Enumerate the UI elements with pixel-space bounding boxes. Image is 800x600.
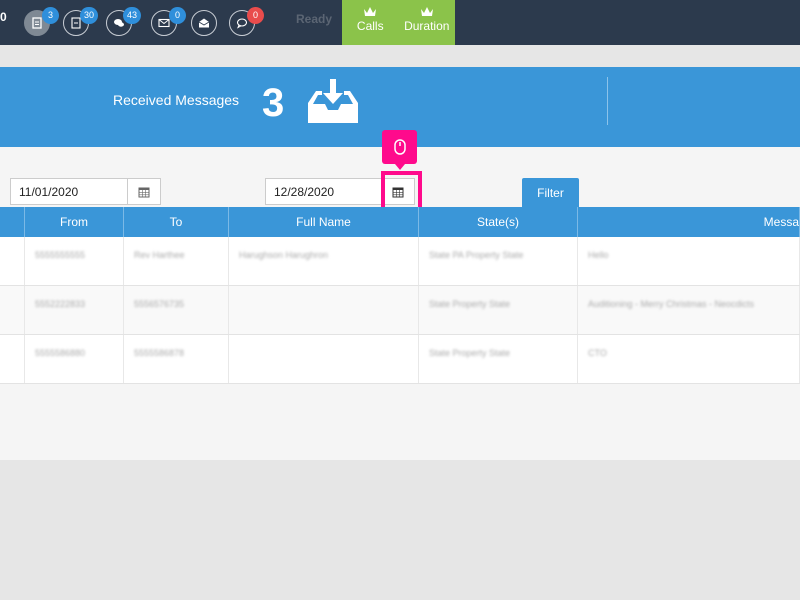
cell-states: State Property State bbox=[429, 299, 511, 309]
row-select[interactable] bbox=[0, 237, 25, 285]
row-select[interactable] bbox=[0, 335, 25, 383]
nav-chat-button[interactable]: 43 bbox=[106, 7, 141, 36]
cell-to: 5555586878 bbox=[134, 348, 185, 358]
nav-email-button[interactable]: 0 bbox=[151, 7, 186, 36]
col-message[interactable]: Messa bbox=[578, 207, 800, 237]
cell-to: 5556576735 bbox=[134, 299, 185, 309]
nav-open-mail-button[interactable] bbox=[191, 10, 217, 36]
stats-tabs: Calls Duration bbox=[342, 0, 455, 45]
edge-text: 0 bbox=[0, 10, 7, 24]
tab-duration-label: Duration bbox=[404, 19, 450, 33]
document-icon bbox=[32, 17, 42, 29]
col-states[interactable]: State(s) bbox=[419, 207, 578, 237]
table-row[interactable]: 5555586880 5555586878 State Property Sta… bbox=[0, 335, 800, 384]
inbox-download-icon bbox=[308, 79, 358, 123]
banner-divider bbox=[607, 77, 608, 125]
nav-files-button[interactable]: 30 bbox=[63, 7, 98, 36]
mouse-icon bbox=[393, 139, 406, 155]
status-text: Ready bbox=[296, 12, 333, 26]
table-header: From To Full Name State(s) Messa bbox=[0, 207, 800, 237]
col-from[interactable]: From bbox=[25, 207, 124, 237]
email-count-badge: 0 bbox=[169, 7, 186, 24]
col-select[interactable] bbox=[0, 207, 25, 237]
table-row[interactable]: 5555555555 Rev Harthee Harughson Harughr… bbox=[0, 237, 800, 286]
cell-full-name: Harughson Harughron bbox=[239, 250, 329, 260]
crown-icon bbox=[420, 7, 433, 16]
col-to[interactable]: To bbox=[124, 207, 229, 237]
end-date-input[interactable] bbox=[265, 178, 382, 205]
start-date-input[interactable] bbox=[10, 178, 128, 205]
comments-count-badge: 0 bbox=[247, 7, 264, 24]
col-full-name[interactable]: Full Name bbox=[229, 207, 419, 237]
row-select[interactable] bbox=[0, 286, 25, 334]
cell-from: 5552222833 bbox=[35, 299, 86, 309]
cell-message: Hello bbox=[588, 250, 609, 260]
chat-count-badge: 43 bbox=[122, 7, 141, 24]
nav-comments-button[interactable]: 0 bbox=[229, 7, 264, 36]
cell-from: 5555555555 bbox=[35, 250, 86, 260]
messages-table: From To Full Name State(s) Messa 5555555… bbox=[0, 207, 800, 384]
start-date-group bbox=[10, 178, 161, 205]
top-navigation-bar: 0 3 30 43 0 0 Ready Calls Duration bbox=[0, 0, 800, 45]
cell-from: 5555586880 bbox=[35, 348, 86, 358]
files-count-badge: 30 bbox=[79, 7, 98, 24]
table-body: 5555555555 Rev Harthee Harughson Harughr… bbox=[0, 237, 800, 384]
start-date-calendar-button[interactable] bbox=[128, 178, 161, 205]
banner-label: Received Messages bbox=[113, 92, 240, 108]
cell-to: Rev Harthee bbox=[134, 250, 185, 260]
click-target-highlight bbox=[381, 171, 422, 211]
envelope-icon bbox=[158, 18, 170, 28]
calendar-icon bbox=[138, 187, 150, 197]
cell-states: State Property State bbox=[429, 348, 511, 358]
notes-count-badge: 3 bbox=[42, 7, 59, 24]
received-count: 3 bbox=[262, 81, 285, 125]
tab-duration[interactable]: Duration bbox=[399, 0, 456, 45]
filter-button[interactable]: Filter bbox=[522, 178, 579, 207]
open-envelope-icon bbox=[198, 18, 210, 28]
table-row[interactable]: 5552222833 5556576735 State Property Sta… bbox=[0, 286, 800, 335]
mouse-click-tooltip bbox=[382, 130, 417, 170]
crown-icon bbox=[364, 7, 377, 16]
tab-calls[interactable]: Calls bbox=[342, 0, 399, 45]
nav-notes-button[interactable]: 3 bbox=[24, 7, 59, 36]
cell-message: Auditioning - Merry Christmas - Neocdict… bbox=[588, 299, 755, 309]
speech-bubble-icon bbox=[236, 18, 248, 29]
cell-message: CTO bbox=[588, 348, 607, 358]
cell-states: State PA Property State bbox=[429, 250, 524, 260]
tab-calls-label: Calls bbox=[356, 19, 384, 33]
